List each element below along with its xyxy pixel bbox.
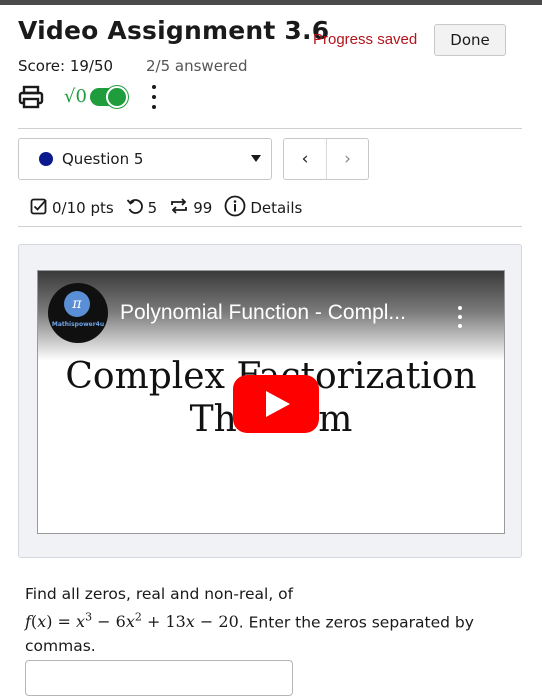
video-more-icon[interactable] bbox=[457, 306, 463, 328]
question-status-dot bbox=[39, 152, 53, 166]
question-select[interactable]: Question 5 bbox=[18, 138, 272, 180]
answer-input[interactable] bbox=[25, 660, 293, 696]
top-bar bbox=[0, 0, 542, 5]
progress-status: Progress saved bbox=[313, 31, 418, 48]
math-toggle-label: √0 bbox=[64, 85, 87, 107]
attempts-count: 5 bbox=[147, 199, 158, 217]
caret-down-icon bbox=[251, 155, 261, 162]
question-meta: 0/10 pts 5 99 Details bbox=[30, 195, 302, 221]
question-select-value: Question 5 bbox=[62, 150, 144, 168]
previous-question-button[interactable]: ‹ bbox=[284, 139, 326, 179]
channel-logo-text: Mathispower4u bbox=[51, 321, 105, 328]
video-card: Complex Factorization Theorem π Mathispo… bbox=[18, 244, 522, 558]
question-prefix: Find all zeros, real and non-real, of bbox=[25, 585, 294, 603]
info-icon[interactable] bbox=[224, 195, 246, 221]
play-button-icon[interactable] bbox=[233, 375, 319, 433]
toggle-knob bbox=[105, 86, 128, 108]
undo-icon bbox=[126, 197, 144, 219]
points-text: 0/10 pts bbox=[52, 199, 114, 217]
done-button[interactable]: Done bbox=[434, 24, 506, 56]
pi-icon: π bbox=[64, 291, 90, 317]
question-text: Find all zeros, real and non-real, of f(… bbox=[25, 582, 525, 658]
printer-icon[interactable] bbox=[18, 85, 44, 109]
video-player[interactable]: Complex Factorization Theorem π Mathispo… bbox=[37, 270, 505, 534]
divider bbox=[18, 128, 522, 129]
toolbar: √0 bbox=[18, 84, 158, 110]
answered-count: 2/5 answered bbox=[146, 57, 248, 75]
question-nav: ‹ › bbox=[283, 138, 369, 180]
divider bbox=[18, 226, 522, 227]
page-title: Video Assignment 3.6 bbox=[18, 16, 330, 45]
details-link[interactable]: Details bbox=[250, 199, 302, 217]
retry-icon bbox=[169, 197, 189, 219]
more-options-icon[interactable] bbox=[150, 85, 158, 109]
score-text: Score: 19/50 bbox=[18, 57, 114, 75]
next-question-button[interactable]: › bbox=[325, 139, 368, 179]
function-expression: f(x) = x3 − 6x2 + 13x − 20 bbox=[25, 611, 239, 632]
retries-count: 99 bbox=[193, 199, 213, 217]
channel-avatar[interactable]: π Mathispower4u bbox=[48, 283, 108, 343]
math-toggle-switch[interactable] bbox=[89, 86, 128, 108]
video-title[interactable]: Polynomial Function - Compl... bbox=[120, 301, 406, 325]
checkbox-icon bbox=[30, 197, 48, 219]
